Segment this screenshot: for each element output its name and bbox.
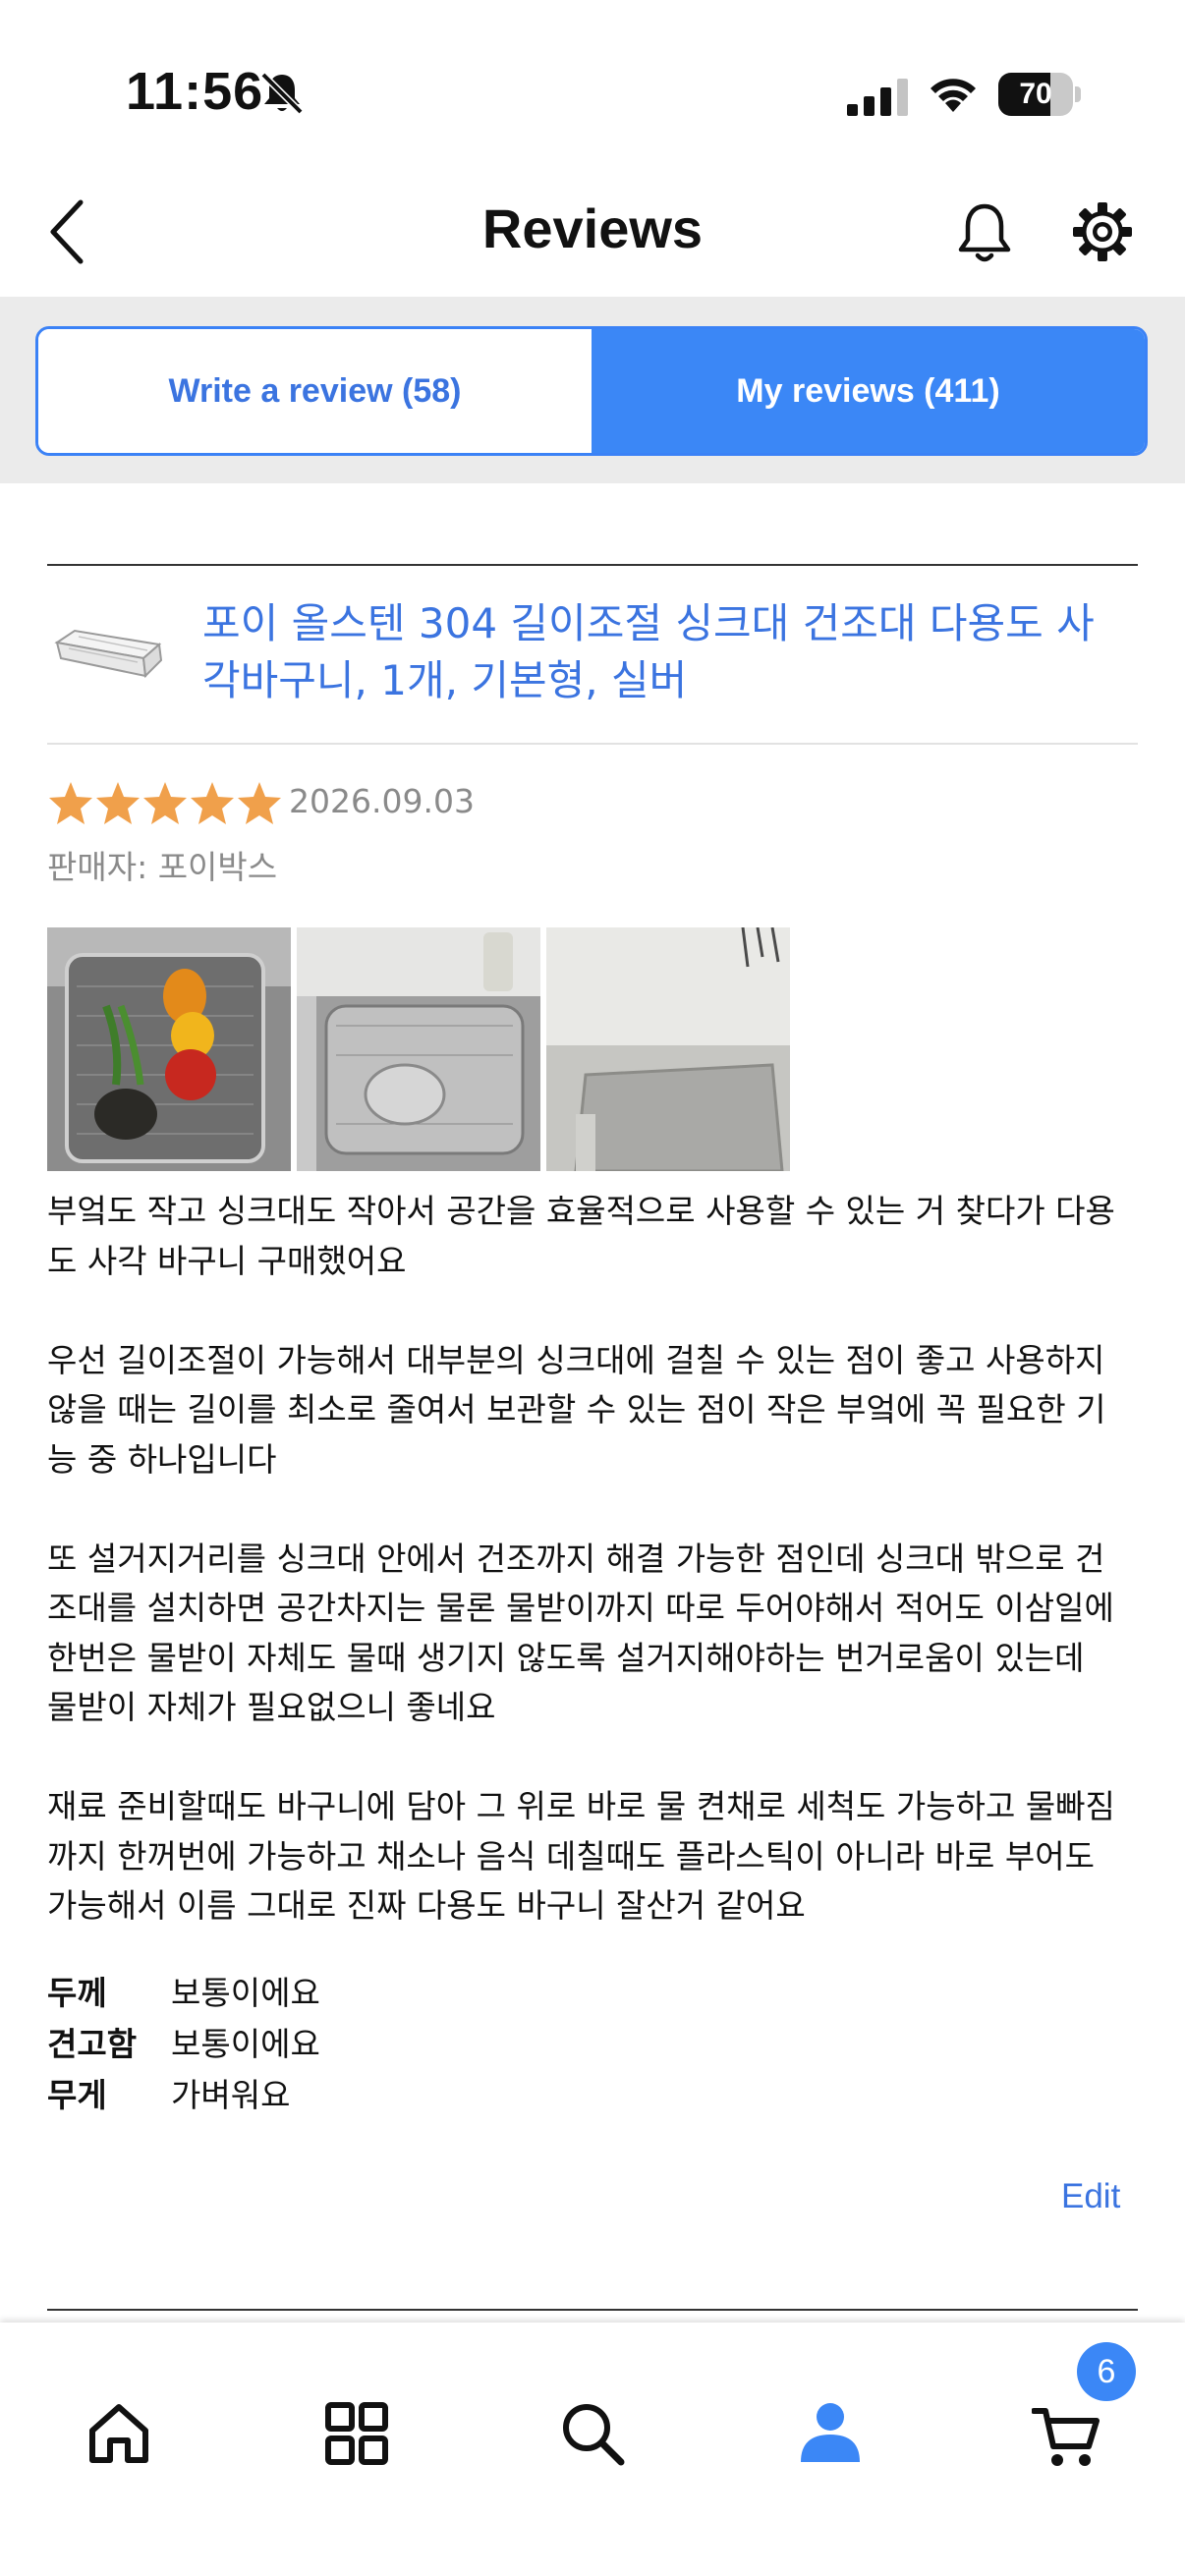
- product-divider: [47, 743, 1138, 745]
- tab-band: Write a review (58) My reviews (411): [0, 297, 1185, 483]
- star-icon: [96, 782, 140, 824]
- cellular-signal-icon: [847, 79, 908, 116]
- status-time: 11:56: [126, 62, 264, 121]
- bell-muted-icon: [260, 72, 304, 115]
- attribute-label-weight: 무게: [47, 2076, 107, 2114]
- categories-icon[interactable]: [322, 2399, 391, 2468]
- account-icon[interactable]: [796, 2399, 865, 2468]
- status-bar: 11:56 70: [0, 0, 1185, 167]
- reviews-screen: 11:56 70 Reviews Write a review (58) My …: [0, 0, 1185, 2576]
- star-icon: [191, 782, 234, 824]
- settings-gear-icon[interactable]: [1071, 200, 1134, 263]
- review-bottom-divider: [47, 2309, 1138, 2311]
- attribute-value-sturdiness: 보통이에요: [171, 2025, 320, 2063]
- battery-level: 70: [1019, 78, 1052, 110]
- review-photo-2[interactable]: [297, 927, 540, 1171]
- notification-bell-icon[interactable]: [953, 200, 1016, 267]
- cart-count-badge: 6: [1077, 2342, 1136, 2401]
- review-photo-3[interactable]: [546, 927, 790, 1171]
- seller-name: 판매자: 포이박스: [47, 848, 278, 886]
- review-photo-1[interactable]: [47, 927, 291, 1171]
- rating-stars: [47, 780, 283, 827]
- edit-review-link[interactable]: Edit: [1061, 2177, 1120, 2216]
- attribute-value-thickness: 보통이에요: [171, 1974, 320, 2012]
- review-date: 2026.09.03: [289, 782, 475, 820]
- review-tabs: Write a review (58) My reviews (411): [35, 326, 1148, 456]
- home-icon[interactable]: [85, 2399, 153, 2468]
- wifi-icon: [931, 79, 976, 112]
- attribute-value-weight: 가벼워요: [171, 2076, 291, 2114]
- bottom-nav: [0, 2323, 1185, 2576]
- product-name-link[interactable]: 포이 올스텐 304 길이조절 싱크대 건조대 다용도 사각바구니, 1개, 기…: [202, 595, 1126, 709]
- attribute-label-thickness: 두께: [47, 1974, 107, 2012]
- star-icon: [238, 782, 281, 824]
- cart-icon[interactable]: [1032, 2401, 1100, 2470]
- review-body: 부엌도 작고 싱크대도 작아서 공간을 효율적으로 사용할 수 있는 거 찾다가…: [47, 1192, 1115, 1925]
- tab-write-review[interactable]: Write a review (58): [38, 329, 592, 453]
- product-thumbnail[interactable]: [49, 615, 167, 698]
- search-icon[interactable]: [558, 2399, 627, 2468]
- app-header: Reviews: [0, 167, 1185, 297]
- tab-my-reviews[interactable]: My reviews (411): [592, 329, 1145, 453]
- attribute-label-sturdiness: 견고함: [47, 2025, 138, 2063]
- review-top-divider: [47, 564, 1138, 566]
- star-icon: [143, 782, 187, 824]
- battery-indicator: 70: [998, 73, 1081, 116]
- star-icon: [49, 782, 92, 824]
